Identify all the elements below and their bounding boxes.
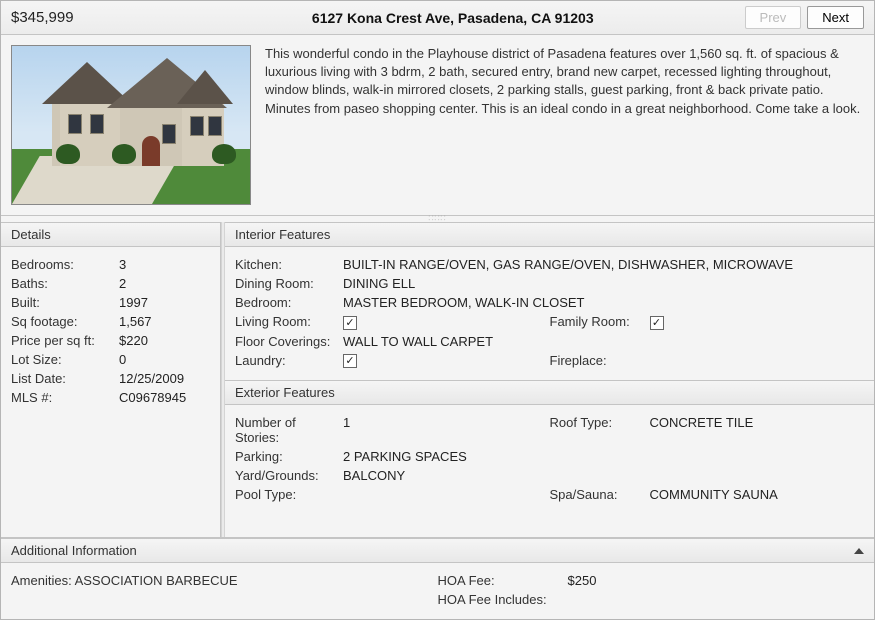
exterior-header: Exterior Features — [225, 380, 874, 405]
yard-value: BALCONY — [343, 468, 864, 483]
stories-label: Number of Stories: — [235, 415, 343, 445]
family-checkbox[interactable]: ✓ — [650, 316, 664, 330]
hoainc-value — [568, 592, 865, 607]
baths-value: 2 — [119, 276, 210, 291]
details-header-label: Details — [11, 227, 51, 242]
exterior-content: Number of Stories:1 Roof Type:CONCRETE T… — [225, 405, 874, 514]
spa-label: Spa/Sauna: — [550, 487, 650, 502]
pool-value — [343, 487, 550, 502]
details-column: Details Bedrooms:3 Baths:2 Built:1997 Sq… — [1, 222, 221, 537]
kitchen-label: Kitchen: — [235, 257, 343, 272]
date-value: 12/25/2009 — [119, 371, 210, 386]
details-content: Bedrooms:3 Baths:2 Built:1997 Sq footage… — [1, 247, 220, 417]
baths-label: Baths: — [11, 276, 119, 291]
bedroom-label: Bedroom: — [235, 295, 343, 310]
family-label: Family Room: — [550, 314, 650, 330]
hoainc-label: HOA Fee Includes: — [438, 592, 568, 607]
listing-address: 6127 Kona Crest Ave, Pasadena, CA 91203 — [161, 10, 745, 26]
fireplace-value — [650, 353, 865, 369]
overview-panel: This wonderful condo in the Playhouse di… — [1, 35, 874, 216]
bedroom-value: MASTER BEDROOM, WALK-IN CLOSET — [343, 295, 864, 310]
hoa-label: HOA Fee: — [438, 573, 568, 588]
sqft-value: 1,567 — [119, 314, 210, 329]
interior-content: Kitchen:BUILT-IN RANGE/OVEN, GAS RANGE/O… — [225, 247, 874, 380]
roof-label: Roof Type: — [550, 415, 650, 445]
lot-label: Lot Size: — [11, 352, 119, 367]
living-checkbox[interactable]: ✓ — [343, 316, 357, 330]
roof-value: CONCRETE TILE — [650, 415, 865, 445]
date-label: List Date: — [11, 371, 119, 386]
built-label: Built: — [11, 295, 119, 310]
additional-header[interactable]: Additional Information — [1, 538, 874, 563]
features-column: Interior Features Kitchen:BUILT-IN RANGE… — [225, 222, 874, 537]
dining-label: Dining Room: — [235, 276, 343, 291]
listing-price: $345,999 — [11, 9, 161, 26]
listing-window: $345,999 6127 Kona Crest Ave, Pasadena, … — [0, 0, 875, 620]
header-bar: $345,999 6127 Kona Crest Ave, Pasadena, … — [1, 1, 874, 35]
stories-value: 1 — [343, 415, 550, 445]
interior-header: Interior Features — [225, 222, 874, 247]
bedrooms-label: Bedrooms: — [11, 257, 119, 272]
lot-value: 0 — [119, 352, 210, 367]
hoa-value: $250 — [568, 573, 865, 588]
built-value: 1997 — [119, 295, 210, 310]
mls-label: MLS #: — [11, 390, 119, 405]
lower-panels: Details Bedrooms:3 Baths:2 Built:1997 Sq… — [1, 222, 874, 537]
spa-value: COMMUNITY SAUNA — [650, 487, 865, 502]
laundry-checkbox[interactable]: ✓ — [343, 354, 357, 368]
collapse-icon — [854, 548, 864, 554]
additional-panel: Additional Information Amenities: ASSOCI… — [1, 537, 874, 619]
splitter-handle-vertical[interactable] — [221, 222, 225, 537]
interior-header-label: Interior Features — [235, 227, 330, 242]
kitchen-value: BUILT-IN RANGE/OVEN, GAS RANGE/OVEN, DIS… — [343, 257, 864, 272]
parking-label: Parking: — [235, 449, 343, 464]
parking-value: 2 PARKING SPACES — [343, 449, 864, 464]
additional-content: Amenities: ASSOCIATION BARBECUE HOA Fee:… — [1, 563, 874, 619]
ppsf-label: Price per sq ft: — [11, 333, 119, 348]
bedrooms-value: 3 — [119, 257, 210, 272]
property-photo — [11, 45, 251, 205]
nav-buttons: Prev Next — [745, 6, 864, 29]
mls-value: C09678945 — [119, 390, 210, 405]
fireplace-label: Fireplace: — [550, 353, 650, 369]
exterior-header-label: Exterior Features — [235, 385, 335, 400]
prev-button[interactable]: Prev — [745, 6, 802, 29]
amenities-row: Amenities: ASSOCIATION BARBECUE — [11, 573, 238, 588]
next-button[interactable]: Next — [807, 6, 864, 29]
floor-value: WALL TO WALL CARPET — [343, 334, 864, 349]
laundry-label: Laundry: — [235, 353, 343, 369]
additional-header-label: Additional Information — [11, 543, 137, 558]
ppsf-value: $220 — [119, 333, 210, 348]
pool-label: Pool Type: — [235, 487, 343, 502]
dining-value: DINING ELL — [343, 276, 864, 291]
living-label: Living Room: — [235, 314, 343, 330]
floor-label: Floor Coverings: — [235, 334, 343, 349]
details-header: Details — [1, 222, 220, 247]
property-description: This wonderful condo in the Playhouse di… — [265, 45, 864, 205]
yard-label: Yard/Grounds: — [235, 468, 343, 483]
sqft-label: Sq footage: — [11, 314, 119, 329]
